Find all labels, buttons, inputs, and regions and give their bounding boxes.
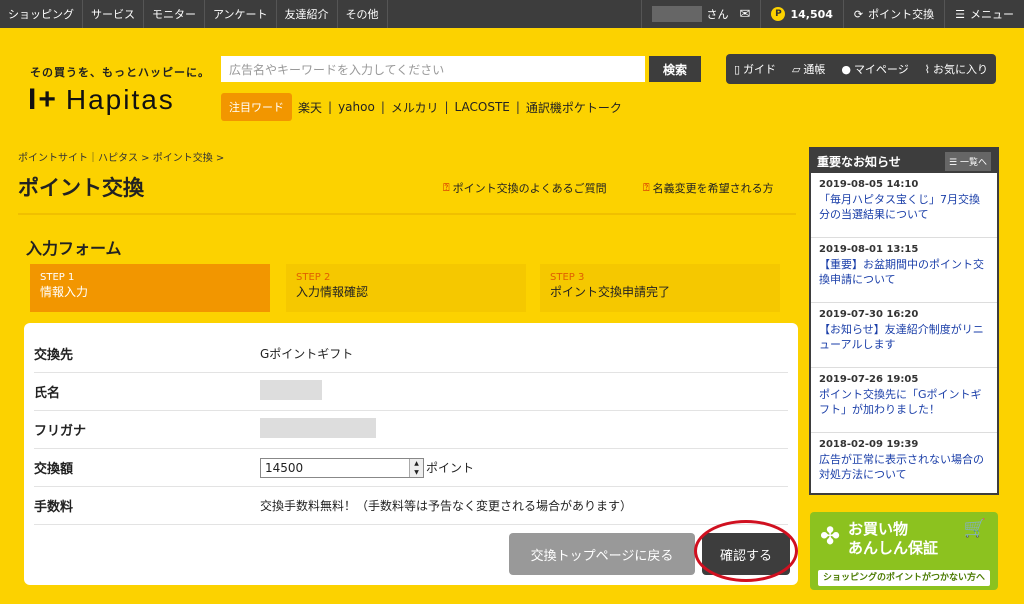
logo[interactable]: I+ Hapitas	[28, 83, 175, 117]
confirm-button[interactable]: 確認する	[702, 533, 790, 575]
news-title: 重要なお知らせ	[817, 154, 901, 169]
list-icon: ☰	[949, 157, 958, 168]
news-item[interactable]: 2019-08-01 13:15 【重要】お盆期間中のポイント交換申請について	[811, 238, 997, 303]
shopping-guarantee-banner[interactable]: ✤ お買い物 あんしん保証 🛒 ショッピングのポイントがつかない方へ	[810, 512, 998, 590]
book-icon: ▯	[733, 62, 741, 76]
points-display[interactable]: P 14,504	[760, 0, 842, 28]
mail-icon[interactable]: ✉	[740, 7, 751, 22]
name-change-link[interactable]: ⍰ 名義変更を希望される方	[643, 180, 774, 196]
nav-other[interactable]: その他	[338, 0, 388, 28]
nav-monitor[interactable]: モニター	[144, 0, 205, 28]
form-row-name: 氏名	[34, 373, 788, 411]
person-icon: ●	[841, 62, 851, 76]
refresh-icon: ⟳	[853, 7, 864, 21]
guide-link[interactable]: ▯ ガイド	[734, 61, 776, 77]
top-bar: ショッピング サービス モニター アンケート 友達紹介 その他 さん ✉ P 14,…	[0, 0, 1024, 28]
form-title: 入力フォーム	[26, 239, 122, 258]
news-all-link[interactable]: ☰ 一覧へ	[945, 151, 991, 171]
step-3: STEP 3 ポイント交換申請完了	[540, 264, 780, 312]
logo-tagline: その買うを、もっとハッピーに。	[30, 66, 210, 79]
nav-shopping[interactable]: ショッピング	[0, 0, 83, 28]
keyword-link[interactable]: 通訳機ポケトーク	[526, 99, 622, 116]
faq-link[interactable]: ⍰ ポイント交換のよくあるご質問	[443, 180, 607, 196]
amount-input[interactable]: 14500 ▲ ▼	[260, 457, 424, 478]
cart-icon: 🛒	[963, 518, 986, 539]
form-row-kana: フリガナ	[34, 411, 788, 449]
keyword-link[interactable]: 楽天	[298, 99, 322, 116]
search-button[interactable]: 検索	[649, 56, 701, 82]
hamburger-icon: ☰	[955, 7, 965, 21]
mypage-link[interactable]: ● マイページ	[841, 61, 908, 77]
passbook-link[interactable]: ▱ 通帳	[792, 61, 825, 77]
breadcrumb[interactable]: ポイントサイト｜ハピタス > ポイント交換 >	[18, 149, 224, 164]
divider	[18, 213, 796, 215]
user-name[interactable]: さん ✉	[640, 0, 761, 28]
search-input[interactable]: 広告名やキーワードを入力してください	[221, 56, 645, 82]
news-item[interactable]: 2019-08-05 14:10 「毎月ハピタス宝くじ」7月交換分の当選結果につい…	[811, 173, 997, 238]
clip-icon: ⌇	[924, 62, 931, 76]
step-2: STEP 2 入力情報確認	[286, 264, 526, 312]
name-value-blurred	[260, 380, 322, 400]
kana-value-blurred	[260, 418, 376, 438]
form-row-fee: 手数料 交換手数料無料！（手数料等は予告なく変更される場合があります）	[34, 487, 788, 525]
news-item[interactable]: 2019-07-26 19:05 ポイント交換先に「Gポイントギフト」が加わりまし…	[811, 368, 997, 433]
back-to-top-button[interactable]: 交換トップページに戻る	[509, 533, 695, 575]
menu-button[interactable]: ☰ メニュー	[944, 0, 1024, 28]
username-blurred	[651, 6, 702, 22]
trending-keywords: 注目ワード 楽天 | yahoo | メルカリ | LACOSTE | 通訳機ポケトーク	[221, 93, 622, 121]
favorites-link[interactable]: ⌇ お気に入り	[925, 61, 988, 77]
header-toolbar: ▯ ガイド ▱ 通帳 ● マイページ ⌇ お気に入り	[726, 54, 996, 84]
question-pin-icon: ⍰	[643, 181, 650, 194]
nav-survey[interactable]: アンケート	[205, 0, 277, 28]
keyword-link[interactable]: LACOSTE	[455, 100, 510, 114]
page-title: ポイント交換	[18, 176, 144, 200]
point-coin-icon: P	[771, 7, 786, 21]
exchange-link[interactable]: ⟳ ポイント交換	[842, 0, 944, 28]
keyword-link[interactable]: メルカリ	[391, 99, 439, 116]
stepper-arrows-icon[interactable]: ▲ ▼	[409, 458, 423, 477]
keyword-link[interactable]: yahoo	[338, 100, 375, 114]
news-item[interactable]: 2018-02-09 19:39 広告が正常に表示されない場合の対処方法について	[811, 433, 997, 498]
clover-icon: ✤	[820, 522, 841, 550]
destination-value: Gポイントギフト	[260, 347, 354, 361]
form-row-destination: 交換先 Gポイントギフト	[34, 335, 788, 373]
form-row-amount: 交換額 14500 ▲ ▼ ポイント	[34, 449, 788, 487]
top-nav: ショッピング サービス モニター アンケート 友達紹介 その他	[0, 0, 388, 28]
header: その買うを、もっとハッピーに。 I+ Hapitas 広告名やキーワードを入力して…	[0, 28, 1024, 138]
question-pin-icon: ⍰	[443, 181, 450, 194]
trending-label: 注目ワード	[221, 93, 292, 121]
step-1: STEP 1 情報入力	[30, 264, 270, 312]
nav-service[interactable]: サービス	[83, 0, 144, 28]
news-panel: 重要なお知らせ ☰ 一覧へ 2019-08-05 14:10 「毎月ハピタス宝くじ」…	[809, 147, 999, 495]
news-item[interactable]: 2019-07-30 16:20 【お知らせ】友達紹介制度がリニューアルします	[811, 303, 997, 368]
nav-referral[interactable]: 友達紹介	[277, 0, 338, 28]
logo-mark-icon: I+	[28, 83, 58, 116]
passbook-icon: ▱	[791, 62, 801, 76]
